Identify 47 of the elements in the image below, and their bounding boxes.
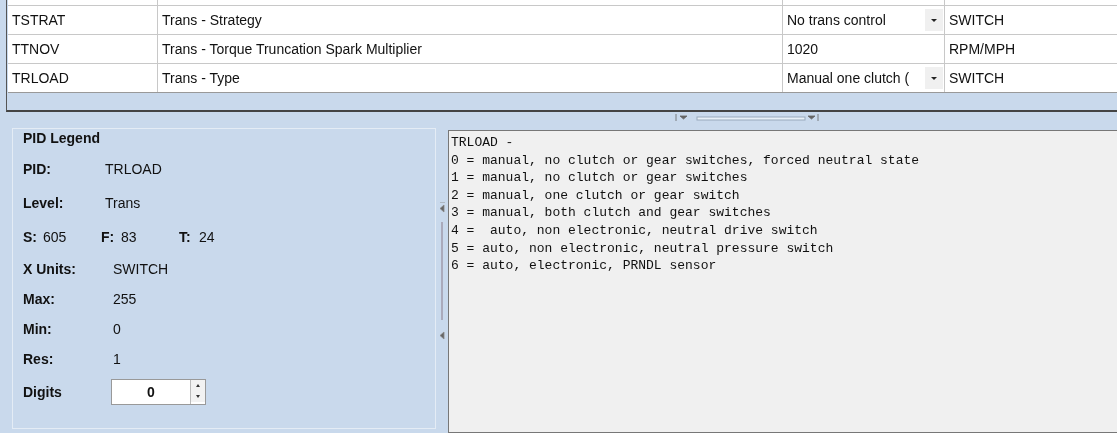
field-label: T: bbox=[179, 229, 192, 245]
field-label: X Units: bbox=[23, 261, 77, 277]
table-cell: SWITCH bbox=[945, 64, 1117, 92]
field-value: SWITCH bbox=[113, 261, 169, 277]
field-value: TRLOAD bbox=[105, 161, 162, 177]
table-cell: Trans - Strategy bbox=[158, 6, 783, 34]
field-value: 24 bbox=[199, 229, 216, 245]
table-cell: Trans - Type bbox=[158, 64, 783, 92]
field-value: 255 bbox=[113, 291, 137, 307]
table-cell: Trans - Torque Truncation Spark Multiplier bbox=[158, 35, 783, 63]
spin-up-icon[interactable] bbox=[191, 380, 205, 391]
dropdown-caret-icon[interactable] bbox=[925, 67, 943, 89]
field-label: PID: bbox=[23, 161, 52, 177]
digits-spin-field[interactable]: 0 bbox=[111, 379, 206, 405]
table-cell: TSTRAT bbox=[8, 6, 158, 34]
legend-title: PID Legend bbox=[23, 130, 101, 148]
field-value: 83 bbox=[121, 229, 138, 245]
description-line: 2 = manual, one clutch or gear switch bbox=[451, 186, 741, 205]
description-line: TRLOAD - bbox=[451, 134, 515, 152]
table-cell: TRLOAD bbox=[8, 64, 158, 92]
description-line: 0 = manual, no clutch or gear switches, forced neutral state bbox=[451, 151, 921, 170]
field-label: Max: bbox=[23, 291, 56, 307]
field-label: Res: bbox=[23, 351, 55, 367]
description-line: 3 = manual, both clutch and gear switches bbox=[451, 204, 772, 222]
table-cell: RPM/MPH bbox=[945, 35, 1117, 63]
splitter-handle-icon[interactable] bbox=[439, 202, 445, 342]
table-cell: SWITCH bbox=[945, 6, 1117, 34]
value-dropdown[interactable]: Manual one clutch ( bbox=[783, 64, 945, 92]
description-line: 1 = manual, no clutch or gear switches bbox=[451, 169, 749, 187]
description-line: 5 = auto, non electronic, neutral pressure switch bbox=[451, 239, 835, 258]
field-label: Level: bbox=[23, 195, 65, 211]
value-dropdown[interactable]: No trans control bbox=[783, 6, 945, 34]
field-label: F: bbox=[101, 229, 116, 245]
table-cell: TTNOV bbox=[8, 35, 158, 63]
field-value: 0 bbox=[113, 321, 121, 337]
field-label: Digits bbox=[23, 384, 63, 400]
field-value: 605 bbox=[43, 229, 68, 245]
description-text-area[interactable] bbox=[448, 130, 1117, 433]
description-line: 6 = auto, electronic, PRNDL sensor bbox=[451, 257, 718, 275]
field-value: Trans bbox=[105, 195, 141, 211]
spin-down-icon[interactable] bbox=[191, 391, 205, 402]
field-label: Min: bbox=[23, 321, 53, 337]
dropdown-caret-icon[interactable] bbox=[925, 9, 943, 31]
description-line: 4 = auto, non electronic, neutral drive switch bbox=[451, 221, 819, 240]
field-label: S: bbox=[23, 229, 38, 245]
table-cell[interactable]: 1020 bbox=[783, 35, 945, 63]
field-value: 1 bbox=[113, 351, 121, 367]
